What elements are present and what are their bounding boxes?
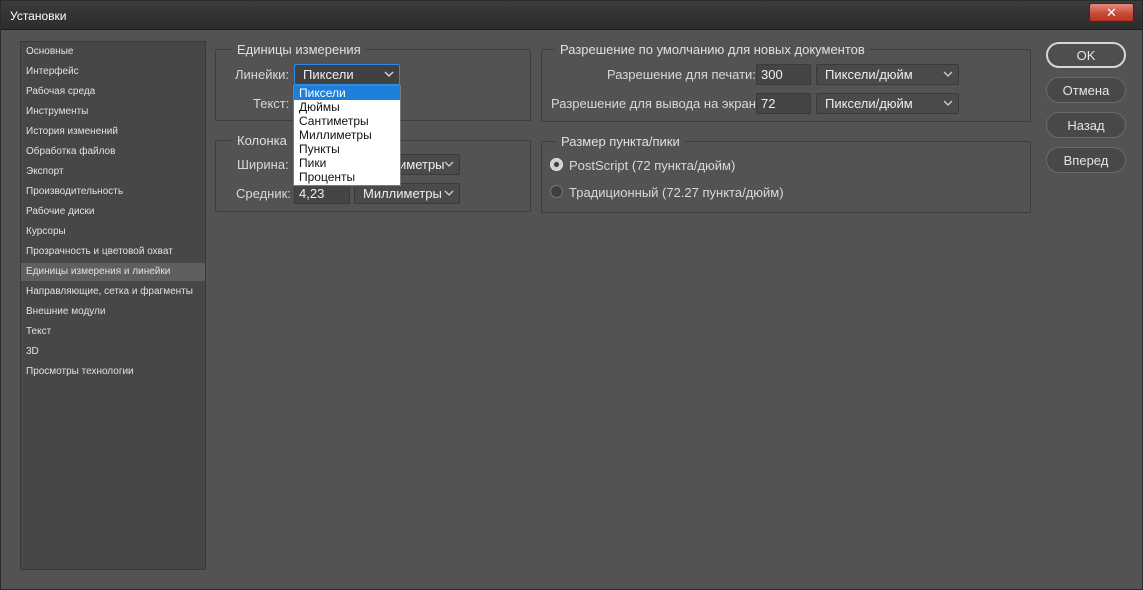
prev-button-label: Назад <box>1067 117 1105 133</box>
ok-button[interactable]: OK <box>1046 42 1126 68</box>
gutter-input[interactable]: 4,23 <box>294 183 350 204</box>
print-resolution-label: Разрешение для печати: <box>607 67 756 82</box>
print-resolution-unit-value: Пиксели/дюйм <box>825 67 913 82</box>
sidebar-item[interactable]: Обработка файлов <box>21 143 205 161</box>
preferences-dialog: Установки ✕ Основные Интерфейс Рабочая сре… <box>0 0 1143 590</box>
chevron-down-icon <box>444 161 454 167</box>
dropdown-option[interactable]: Дюймы <box>294 100 400 114</box>
resolution-group-title: Разрешение по умолчанию для новых докуме… <box>555 42 870 57</box>
title-bar: Установки ✕ <box>1 1 1142 30</box>
rulers-label: Линейки: <box>235 67 290 82</box>
gutter-value: 4,23 <box>299 186 325 201</box>
sidebar-item[interactable]: Просмотры технологии <box>21 363 205 381</box>
print-resolution-unit-select[interactable]: Пиксели/дюйм <box>816 64 959 85</box>
sidebar-item[interactable]: Инструменты <box>21 103 205 121</box>
point-size-group: Размер пункта/пики <box>541 134 1031 213</box>
sidebar-item[interactable]: Интерфейс <box>21 63 205 81</box>
screen-resolution-input[interactable]: 72 <box>756 93 811 114</box>
sidebar-item[interactable]: Направляющие, сетка и фрагменты <box>21 283 205 301</box>
chevron-down-icon <box>943 100 953 106</box>
gutter-unit-value: Миллиметры <box>363 186 442 201</box>
postscript-radio[interactable] <box>550 158 563 171</box>
next-button[interactable]: Вперед <box>1046 147 1126 173</box>
gutter-label: Средник: <box>236 186 291 201</box>
chevron-down-icon <box>444 190 454 196</box>
postscript-label: PostScript (72 пункта/дюйм) <box>569 158 736 173</box>
window-title: Установки <box>10 9 67 23</box>
sidebar-item[interactable]: Рабочая среда <box>21 83 205 101</box>
screen-resolution-label: Разрешение для вывода на экран: <box>551 96 760 111</box>
rulers-select[interactable]: Пиксели <box>294 64 400 85</box>
sidebar-item[interactable]: Производительность <box>21 183 205 201</box>
cancel-button[interactable]: Отмена <box>1046 77 1126 103</box>
print-resolution-value: 300 <box>761 67 783 82</box>
sidebar-item[interactable]: Внешние модули <box>21 303 205 321</box>
traditional-radio[interactable] <box>550 185 563 198</box>
dropdown-option[interactable]: Миллиметры <box>294 128 400 142</box>
screen-resolution-unit-value: Пиксели/дюйм <box>825 96 913 111</box>
sidebar-item[interactable]: Текст <box>21 323 205 341</box>
sidebar-item[interactable]: История изменений <box>21 123 205 141</box>
sidebar-item[interactable]: Рабочие диски <box>21 203 205 221</box>
dropdown-option[interactable]: Пиксели <box>294 86 400 100</box>
screen-resolution-value: 72 <box>761 96 776 111</box>
dropdown-option[interactable]: Пункты <box>294 142 400 156</box>
rulers-dropdown-list: Пиксели Дюймы Сантиметры Миллиметры Пункты Пи… <box>293 85 401 186</box>
width-label: Ширина: <box>237 157 289 172</box>
sidebar-item[interactable]: Основные <box>21 43 205 61</box>
width-unit-value: иметры <box>399 157 445 172</box>
chevron-down-icon <box>384 71 394 77</box>
sidebar-item[interactable]: Курсоры <box>21 223 205 241</box>
sidebar-item[interactable]: Единицы измерения и линейки <box>21 263 205 281</box>
sidebar-item[interactable]: 3D <box>21 343 205 361</box>
gutter-unit-select[interactable]: Миллиметры <box>354 183 460 204</box>
chevron-down-icon <box>943 71 953 77</box>
close-button[interactable]: ✕ <box>1089 3 1134 22</box>
screen-resolution-unit-select[interactable]: Пиксели/дюйм <box>816 93 959 114</box>
dropdown-option[interactable]: Сантиметры <box>294 114 400 128</box>
sidebar-item[interactable]: Экспорт <box>21 163 205 181</box>
prev-button[interactable]: Назад <box>1046 112 1126 138</box>
dropdown-option[interactable]: Пики <box>294 156 400 170</box>
close-icon: ✕ <box>1106 4 1117 20</box>
dropdown-option[interactable]: Проценты <box>294 170 400 184</box>
print-resolution-input[interactable]: 300 <box>756 64 811 85</box>
category-sidebar: Основные Интерфейс Рабочая среда Инструмент… <box>20 41 206 570</box>
next-button-label: Вперед <box>1063 152 1109 168</box>
point-size-group-title: Размер пункта/пики <box>556 134 685 149</box>
ok-button-label: OK <box>1076 47 1096 63</box>
cancel-button-label: Отмена <box>1062 82 1110 98</box>
column-group-title: Колонка <box>232 133 292 148</box>
units-group-title: Единицы измерения <box>232 42 366 57</box>
traditional-label: Традиционный (72.27 пункта/дюйм) <box>569 185 784 200</box>
rulers-select-value: Пиксели <box>303 67 354 82</box>
type-label: Текст: <box>253 96 290 111</box>
sidebar-item[interactable]: Прозрачность и цветовой охват <box>21 243 205 261</box>
